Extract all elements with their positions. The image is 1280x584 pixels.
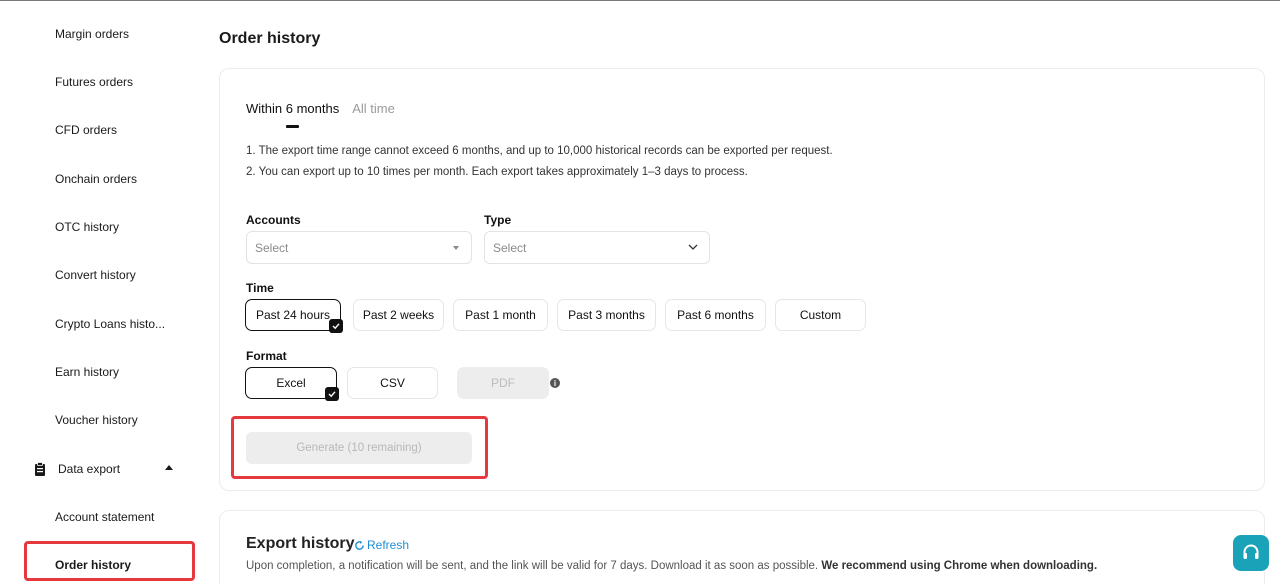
check-icon [329,319,343,333]
time-option-label: Past 3 months [568,308,645,322]
time-range-tabs: Within 6 months All time [246,101,395,116]
time-option-label: Past 1 month [465,308,536,322]
refresh-label: Refresh [367,538,410,552]
tab-all-time[interactable]: All time [352,101,395,116]
note-export-range: 1. The export time range cannot exceed 6… [246,145,833,157]
generate-button[interactable]: Generate (10 remaining) [246,432,472,464]
accounts-select-value: Select [255,240,289,255]
info-icon[interactable]: i [550,378,560,388]
time-option-past-24-hours[interactable]: Past 24 hours [245,299,343,333]
export-history-note: Upon completion, a notification will be … [246,560,1097,572]
sidebar: Margin orders Futures orders CFD orders … [0,0,200,584]
chevron-down-icon [688,244,698,250]
sidebar-item-cfd-orders[interactable]: CFD orders [55,123,117,137]
format-option-label: PDF [491,376,515,390]
format-option-excel[interactable]: Excel [245,367,339,401]
clipboard-icon [35,462,45,476]
format-option-pdf: PDF [457,367,549,399]
triangle-down-icon [453,246,459,250]
headset-icon [1243,544,1259,559]
time-option-label: Custom [799,308,842,322]
time-option-past-1-month[interactable]: Past 1 month [453,299,548,331]
tab-within-6-months[interactable]: Within 6 months [246,101,339,116]
active-tab-indicator [286,125,299,128]
export-history-title: Export history [246,535,355,552]
time-option-past-3-months[interactable]: Past 3 months [557,299,656,331]
sidebar-item-onchain-orders[interactable]: Onchain orders [55,172,137,186]
sidebar-item-crypto-loans-history[interactable]: Crypto Loans histo... [55,317,165,331]
export-card [219,68,1265,491]
refresh-icon [355,540,364,550]
time-label: Time [246,281,274,295]
sidebar-item-earn-history[interactable]: Earn history [55,365,119,379]
sidebar-item-futures-orders[interactable]: Futures orders [55,75,133,89]
export-history-note-bold: We recommend using Chrome when downloadi… [821,560,1098,572]
type-label: Type [484,213,512,227]
format-option-csv[interactable]: CSV [347,367,438,399]
time-option-label: Past 6 months [677,308,754,322]
sidebar-item-margin-orders[interactable]: Margin orders [55,27,129,41]
sidebar-item-otc-history[interactable]: OTC history [55,220,119,234]
accounts-select[interactable]: Select [246,231,472,264]
refresh-button[interactable]: Refresh [354,538,409,552]
support-chat-button[interactable] [1233,535,1269,571]
sidebar-group-label: Data export [58,462,121,476]
sidebar-item-account-statement[interactable]: Account statement [55,510,154,524]
time-option-past-6-months[interactable]: Past 6 months [665,299,766,331]
sidebar-item-voucher-history[interactable]: Voucher history [55,413,138,427]
page-title: Order history [219,30,321,47]
time-option-label: Past 24 hours [255,308,331,322]
export-history-note-text: Upon completion, a notification will be … [246,560,822,572]
format-option-label: Excel [276,376,306,390]
check-icon [325,387,339,401]
time-option-past-2-weeks[interactable]: Past 2 weeks [353,299,444,331]
caret-up-icon [165,465,173,470]
time-option-label: Past 2 weeks [362,308,435,322]
sidebar-item-order-history[interactable]: Order history [55,558,131,572]
time-option-custom[interactable]: Custom [775,299,866,331]
format-label: Format [246,349,287,363]
type-select[interactable]: Select [484,231,710,264]
type-select-value: Select [493,240,527,255]
sidebar-item-convert-history[interactable]: Convert history [55,268,136,282]
format-option-label: CSV [380,376,405,390]
sidebar-group-data-export[interactable]: Data export [33,461,178,477]
accounts-label: Accounts [246,213,301,227]
note-export-limit: 2. You can export up to 10 times per mon… [246,166,748,178]
